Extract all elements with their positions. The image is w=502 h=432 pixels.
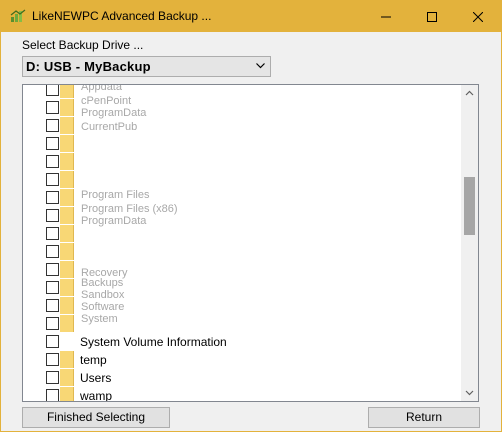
folder-icon	[60, 135, 74, 152]
folder-checkbox[interactable]	[46, 317, 59, 330]
list-item	[23, 189, 463, 207]
folder-checkbox[interactable]	[46, 137, 59, 150]
list-item	[23, 207, 463, 225]
app-logo-icon	[10, 9, 26, 22]
folder-label: wamp	[80, 389, 113, 402]
folder-checkbox[interactable]	[46, 101, 59, 114]
list-item	[23, 315, 463, 333]
drive-dropdown[interactable]: D: USB - MyBackup	[22, 56, 271, 77]
folder-icon	[60, 171, 74, 188]
finished-selecting-button[interactable]: Finished Selecting	[22, 407, 170, 428]
list-item: temp	[23, 351, 463, 369]
folder-icon	[60, 207, 74, 224]
scroll-thumb[interactable]	[464, 177, 475, 235]
maximize-button[interactable]	[409, 1, 455, 32]
folder-label: System Volume Information	[80, 335, 227, 349]
list-item: wamp	[23, 387, 463, 402]
folder-icon	[60, 85, 74, 98]
folder-icon	[60, 351, 74, 368]
list-item: Users	[23, 369, 463, 387]
list-item	[23, 225, 463, 243]
chevron-down-icon	[465, 390, 474, 396]
maximize-icon	[427, 11, 437, 22]
list-item: System Volume Information	[23, 333, 463, 351]
folder-checkbox[interactable]	[46, 353, 59, 366]
title-bar[interactable]: LikeNEWPC Advanced Backup ...	[1, 1, 501, 32]
folder-icon	[60, 117, 74, 134]
list-item	[23, 135, 463, 153]
folder-checkbox[interactable]	[46, 209, 59, 222]
list-item	[23, 99, 463, 117]
folder-label: temp	[80, 353, 107, 367]
minimize-icon	[381, 16, 391, 17]
folder-checkbox[interactable]	[46, 299, 59, 312]
minimize-button[interactable]	[363, 1, 409, 32]
folder-checkbox[interactable]	[46, 371, 59, 384]
scroll-down-button[interactable]	[461, 384, 478, 401]
folder-icon	[60, 153, 74, 170]
list-item	[23, 279, 463, 297]
folder-checkbox[interactable]	[46, 85, 59, 96]
vertical-scrollbar[interactable]	[461, 85, 478, 401]
chevron-down-icon	[256, 63, 265, 69]
return-button[interactable]: Return	[368, 407, 480, 428]
list-item	[23, 153, 463, 171]
folder-icon	[60, 99, 74, 116]
window-title: LikeNEWPC Advanced Backup ...	[32, 9, 212, 23]
folder-checkbox[interactable]	[46, 155, 59, 168]
close-icon	[473, 11, 483, 22]
folder-icon	[60, 279, 74, 296]
select-drive-label: Select Backup Drive ...	[22, 38, 144, 52]
folder-checkbox[interactable]	[46, 191, 59, 204]
folder-label: Users	[80, 371, 112, 385]
folder-icon	[60, 189, 74, 206]
folder-icon	[60, 369, 74, 386]
close-button[interactable]	[455, 1, 501, 32]
list-item	[23, 243, 463, 261]
folder-checkbox[interactable]	[46, 281, 59, 294]
list-item	[23, 261, 463, 279]
folder-checkbox[interactable]	[46, 389, 59, 401]
folder-icon	[60, 315, 74, 332]
folder-checkbox[interactable]	[46, 119, 59, 132]
folder-checkbox[interactable]	[46, 263, 59, 276]
list-item	[23, 171, 463, 189]
list-item	[23, 297, 463, 315]
chevron-up-icon	[465, 90, 474, 96]
drive-dropdown-value: D: USB - MyBackup	[26, 59, 151, 74]
folder-icon	[60, 261, 74, 278]
folder-list[interactable]: Appdata cPenPoint ProgramData CurrentPub…	[22, 84, 479, 402]
folder-checkbox[interactable]	[46, 245, 59, 258]
folder-checkbox[interactable]	[46, 335, 59, 348]
app-window: LikeNEWPC Advanced Backup ... Select Bac…	[0, 0, 502, 432]
folder-icon	[60, 297, 74, 314]
scroll-up-button[interactable]	[461, 85, 478, 102]
folder-icon	[60, 225, 74, 242]
folder-checkbox[interactable]	[46, 173, 59, 186]
list-item	[23, 117, 463, 135]
list-item	[23, 85, 463, 99]
folder-icon	[60, 387, 74, 401]
folder-checkbox[interactable]	[46, 227, 59, 240]
folder-icon	[60, 243, 74, 260]
